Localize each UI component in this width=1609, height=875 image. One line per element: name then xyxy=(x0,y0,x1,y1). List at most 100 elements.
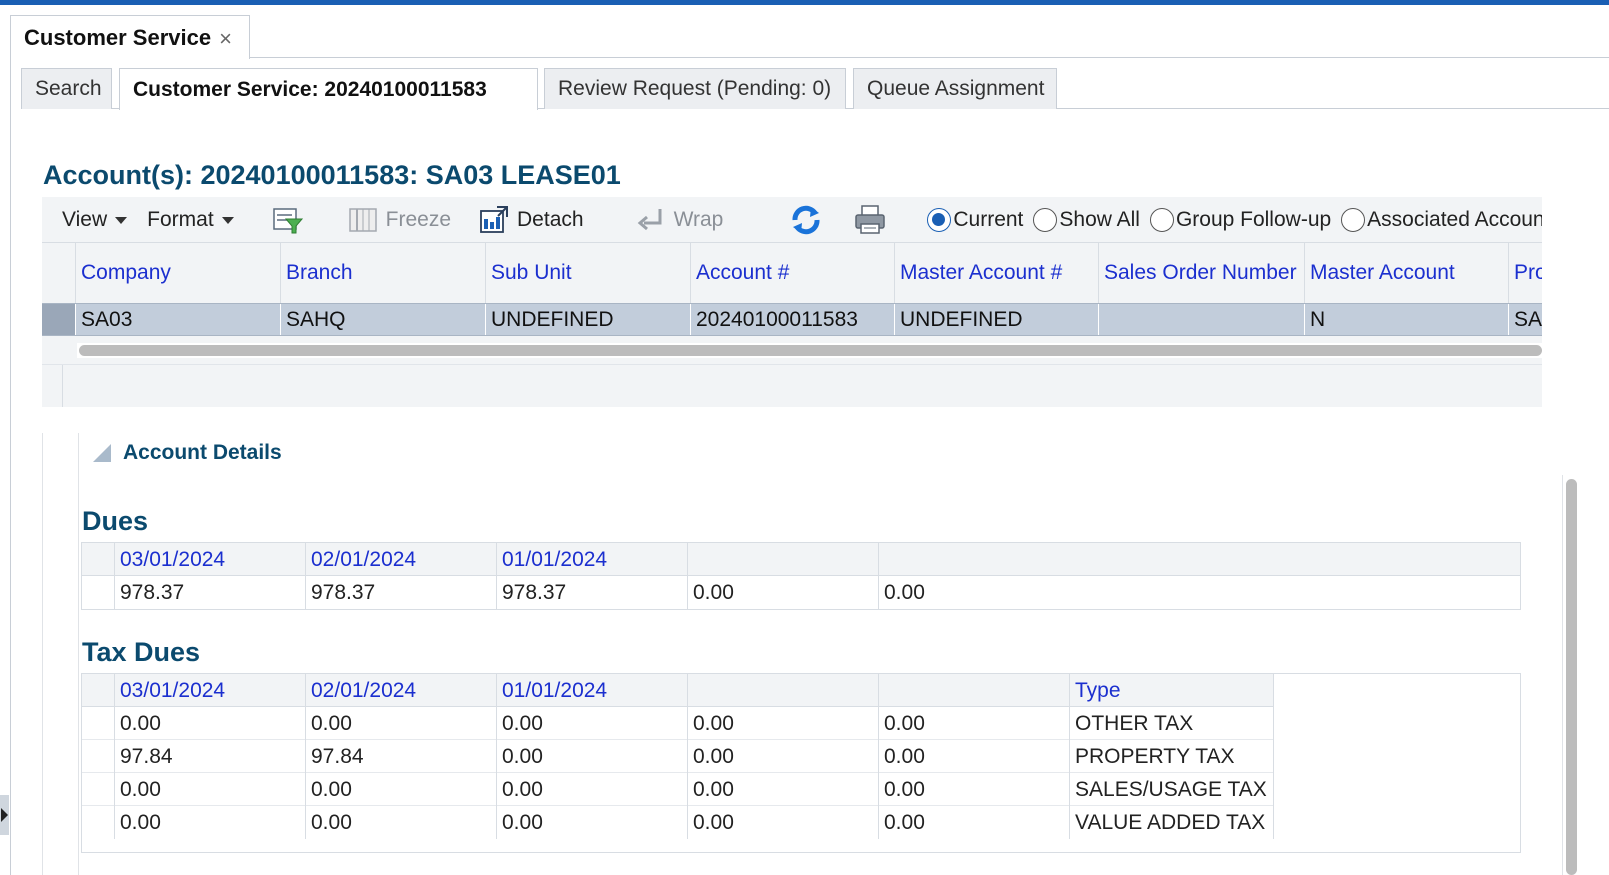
cell-sub-unit: UNDEFINED xyxy=(485,304,690,335)
radio-button-selected[interactable] xyxy=(927,207,952,232)
tax-cell: 0.00 xyxy=(878,707,1069,740)
footer-divider xyxy=(62,365,63,407)
top-accent-bar xyxy=(0,0,1609,5)
refresh-button[interactable] xyxy=(789,197,823,242)
table-row[interactable]: SA03 SAHQ UNDEFINED 20240100011583 UNDEF… xyxy=(42,303,1542,336)
disclosure-triangle-icon[interactable] xyxy=(93,444,111,462)
tax-cell: 0.00 xyxy=(496,806,687,839)
dues-cell: 978.37 xyxy=(496,576,687,609)
tax-col-5[interactable] xyxy=(878,674,1069,707)
tab-review-request[interactable]: Review Request (Pending: 0) xyxy=(544,68,846,109)
tax-col-1[interactable]: 03/01/2024 xyxy=(114,674,305,707)
radio-show-all[interactable]: Show All xyxy=(1033,207,1140,232)
tab-search[interactable]: Search xyxy=(21,68,112,109)
column-header-sales-order-number[interactable]: Sales Order Number xyxy=(1098,243,1304,303)
inner-tabstrip: Search Customer Service: 20240100011583 … xyxy=(21,68,1609,110)
table-row[interactable]: 0.00 0.00 0.00 0.00 0.00 OTHER TAX xyxy=(82,707,1274,740)
dues-col-4[interactable] xyxy=(687,543,878,576)
row-selector[interactable] xyxy=(82,773,114,806)
row-selector[interactable] xyxy=(82,740,114,773)
table-row[interactable]: 97.84 97.84 0.00 0.00 0.00 PROPERTY TAX xyxy=(82,740,1274,773)
tax-col-2[interactable]: 02/01/2024 xyxy=(305,674,496,707)
tab-queue-assignment[interactable]: Queue Assignment xyxy=(853,68,1057,109)
wrap-label: Wrap xyxy=(673,207,724,231)
tax-cell: 0.00 xyxy=(496,707,687,740)
column-header-sub-unit[interactable]: Sub Unit xyxy=(485,243,690,303)
dues-col-2[interactable]: 02/01/2024 xyxy=(305,543,496,576)
scrollbar-thumb[interactable] xyxy=(79,345,1542,356)
tax-dues-title: Tax Dues xyxy=(82,637,201,667)
column-header-account-number[interactable]: Account # xyxy=(690,243,894,303)
scrollbar-thumb[interactable] xyxy=(1566,479,1577,875)
table-row[interactable]: 0.00 0.00 0.00 0.00 0.00 VALUE ADDED TAX xyxy=(82,806,1274,839)
dues-table-header: 03/01/2024 02/01/2024 01/01/2024 xyxy=(82,543,1520,576)
dues-col-5[interactable] xyxy=(878,543,1520,576)
horizontal-scrollbar[interactable] xyxy=(77,343,1542,358)
radio-button[interactable] xyxy=(1033,207,1058,232)
column-header-master-account-number[interactable]: Master Account # xyxy=(894,243,1098,303)
print-button[interactable] xyxy=(853,197,887,242)
grid-toolbar: View Format Freeze Detach Wrap Current S… xyxy=(42,197,1542,243)
tax-cell: 0.00 xyxy=(305,707,496,740)
column-header-product[interactable]: Product xyxy=(1508,243,1542,303)
row-selector[interactable] xyxy=(42,304,76,335)
format-menu[interactable]: Format xyxy=(147,197,234,242)
detach-label: Detach xyxy=(517,207,584,231)
dues-col-1[interactable]: 03/01/2024 xyxy=(114,543,305,576)
refresh-icon xyxy=(792,205,820,234)
chevron-down-icon xyxy=(115,217,128,224)
dues-cell: 978.37 xyxy=(114,576,305,609)
table-row[interactable]: 978.37 978.37 978.37 0.00 0.00 xyxy=(82,576,1520,609)
radio-group-follow-up[interactable]: Group Follow-up xyxy=(1149,207,1331,232)
panel-expand-handle[interactable] xyxy=(0,795,9,835)
view-menu[interactable]: View xyxy=(62,197,128,242)
cell-company: SA03 xyxy=(75,304,280,335)
row-selector[interactable] xyxy=(82,707,114,740)
filter-edit-icon xyxy=(272,207,303,233)
radio-current-label: Current xyxy=(953,207,1024,231)
row-selector xyxy=(82,674,114,707)
page-title: Account(s): 20240100011583: SA03 LEASE01 xyxy=(43,160,621,190)
dues-cell: 0.00 xyxy=(687,576,878,609)
cell-master-account: N xyxy=(1304,304,1508,335)
dues-cell: 978.37 xyxy=(305,576,496,609)
radio-associated-accounts[interactable]: Associated Accounts xyxy=(1341,207,1542,232)
query-by-example-button[interactable] xyxy=(272,197,312,242)
accounts-table: Company Branch Sub Unit Account # Master… xyxy=(42,243,1542,407)
radio-button[interactable] xyxy=(1149,207,1174,232)
account-details-panel: Account Details Dues 03/01/2024 02/01/20… xyxy=(42,433,1579,875)
radio-button[interactable] xyxy=(1341,207,1366,232)
column-header-company[interactable]: Company xyxy=(75,243,280,303)
wrap-button[interactable]: Wrap xyxy=(636,197,724,242)
tab-customer-service-account-label: Customer Service: 20240100011583 xyxy=(133,77,487,101)
tax-cell: 0.00 xyxy=(114,707,305,740)
tab-customer-service[interactable]: Customer Service × xyxy=(10,15,250,59)
tax-cell: 97.84 xyxy=(305,740,496,773)
tax-cell: 0.00 xyxy=(305,806,496,839)
column-header-branch[interactable]: Branch xyxy=(280,243,485,303)
freeze-button[interactable]: Freeze xyxy=(348,197,451,242)
tax-col-type[interactable]: Type xyxy=(1069,674,1274,707)
row-selector xyxy=(82,543,114,576)
row-selector[interactable] xyxy=(82,576,114,609)
dues-col-3[interactable]: 01/01/2024 xyxy=(496,543,687,576)
wrap-icon xyxy=(637,208,662,230)
account-details-header[interactable]: Account Details xyxy=(93,441,282,465)
table-row[interactable]: 0.00 0.00 0.00 0.00 0.00 SALES/USAGE TAX xyxy=(82,773,1274,806)
printer-icon xyxy=(855,204,886,234)
close-icon[interactable]: × xyxy=(219,26,232,52)
tax-cell: 0.00 xyxy=(687,707,878,740)
column-header-master-account[interactable]: Master Account xyxy=(1304,243,1508,303)
tab-customer-service-account[interactable]: Customer Service: 20240100011583 xyxy=(119,68,538,110)
table-footer xyxy=(42,364,1542,407)
freeze-columns-icon xyxy=(348,207,377,232)
detach-button[interactable]: Detach xyxy=(479,197,584,242)
radio-current[interactable]: Current xyxy=(927,207,1024,232)
radio-show-all-label: Show All xyxy=(1059,207,1140,231)
tax-col-3[interactable]: 01/01/2024 xyxy=(496,674,687,707)
tax-col-4[interactable] xyxy=(687,674,878,707)
vertical-scrollbar[interactable] xyxy=(1562,475,1579,875)
tax-type-cell: OTHER TAX xyxy=(1069,707,1274,740)
tax-cell: 0.00 xyxy=(114,773,305,806)
row-selector[interactable] xyxy=(82,806,114,839)
